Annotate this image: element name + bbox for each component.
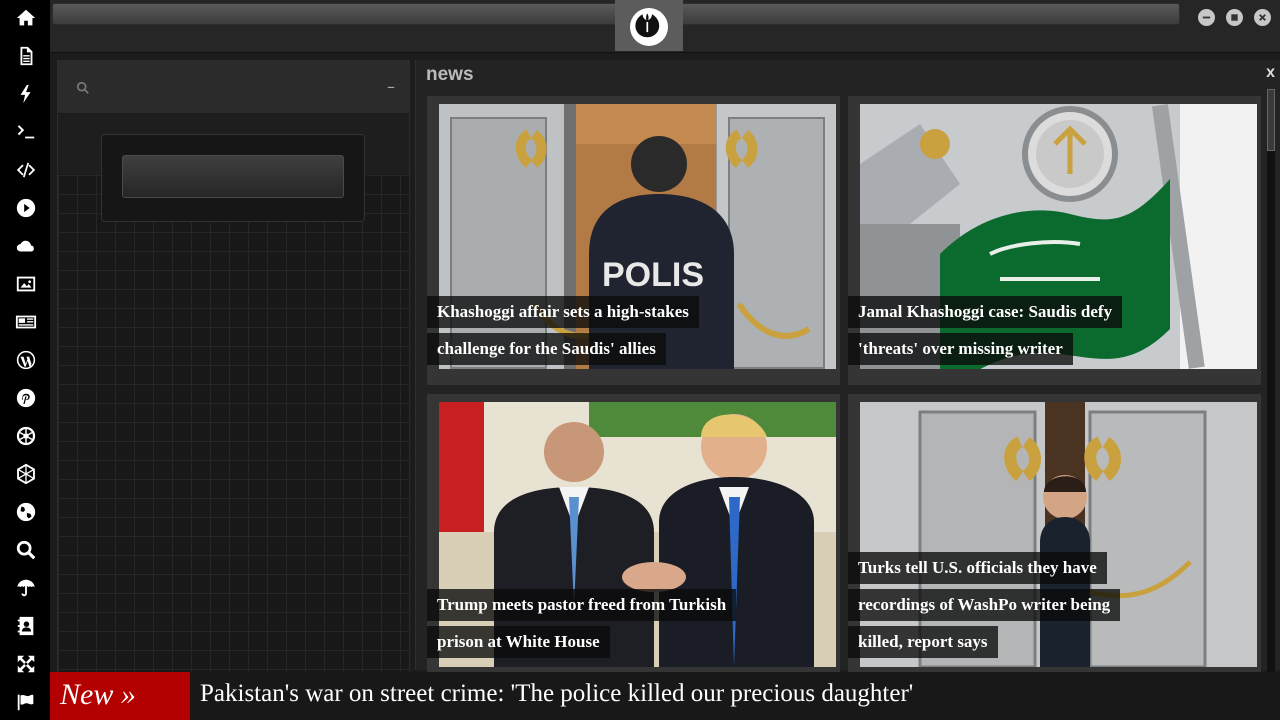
news-scrollbar[interactable] [1267,89,1275,679]
home-icon[interactable] [13,5,39,31]
top-bar [50,0,1280,53]
image-icon[interactable] [13,271,39,297]
play-icon[interactable] [13,195,39,221]
article-headline[interactable]: Trump meets pastor freed from Turkish pr… [427,586,737,660]
scrollbar-thumb[interactable] [1267,89,1275,151]
search-input[interactable] [122,155,344,198]
news-card[interactable]: Trump meets pastor freed from Turkish pr… [427,394,840,672]
umbrella-icon[interactable] [13,575,39,601]
code-icon[interactable] [13,157,39,183]
app-launcher-bar [0,0,50,720]
article-headline[interactable]: Turks tell U.S. officials they have reco… [848,549,1133,660]
terminal-icon[interactable] [13,119,39,145]
article-headline[interactable]: Jamal Khashoggi case: Saudis defy 'threa… [848,293,1148,367]
network-icon[interactable] [13,461,39,487]
ticker-headline[interactable]: Pakistan's war on street crime: 'The pol… [200,672,913,716]
article-headline[interactable]: Khashoggi affair sets a high-stakes chal… [427,293,727,367]
aperture-icon[interactable] [13,423,39,449]
news-card[interactable]: Turks tell U.S. officials they have reco… [848,394,1261,672]
cloud-icon[interactable] [13,233,39,259]
lightning-icon[interactable] [13,81,39,107]
maximize-window-button[interactable] [1226,9,1243,26]
maximize-icon [1231,14,1238,21]
logo-tab[interactable] [615,0,683,51]
newspaper-icon[interactable] [13,309,39,335]
close-window-button[interactable] [1254,9,1271,26]
wordpress-icon[interactable] [13,347,39,373]
flag-icon[interactable] [13,689,39,715]
ticker-label: New » [50,672,190,720]
rebel-alliance-logo-icon [630,8,668,46]
pinterest-icon[interactable] [13,385,39,411]
expand-icon[interactable] [13,651,39,677]
minimize-icon [1202,16,1211,19]
panel-title: news [426,64,474,85]
search-icon[interactable] [76,81,90,95]
svg-text:POLIS: POLIS [602,256,704,294]
minimize-window-button[interactable] [1198,9,1215,26]
search-panel-header: – [58,61,409,114]
search-panel: – [57,60,410,674]
globe-icon[interactable] [13,499,39,525]
news-card[interactable]: POLIS Khashoggi affair sets a high-stake… [427,96,840,385]
search-icon[interactable] [13,537,39,563]
close-panel-button[interactable]: x [1266,64,1275,82]
close-icon [1259,14,1266,21]
news-card[interactable]: Jamal Khashoggi case: Saudis defy 'threa… [848,96,1261,385]
search-card [101,134,365,222]
panel-minimize-button[interactable]: – [387,77,395,96]
document-icon[interactable] [13,43,39,69]
news-ticker: New » Pakistan's war on street crime: 'T… [50,672,1280,720]
news-panel: news x POLIS Khashoggi affair sets a hig… [415,60,1280,679]
contact-card-icon[interactable] [13,613,39,639]
